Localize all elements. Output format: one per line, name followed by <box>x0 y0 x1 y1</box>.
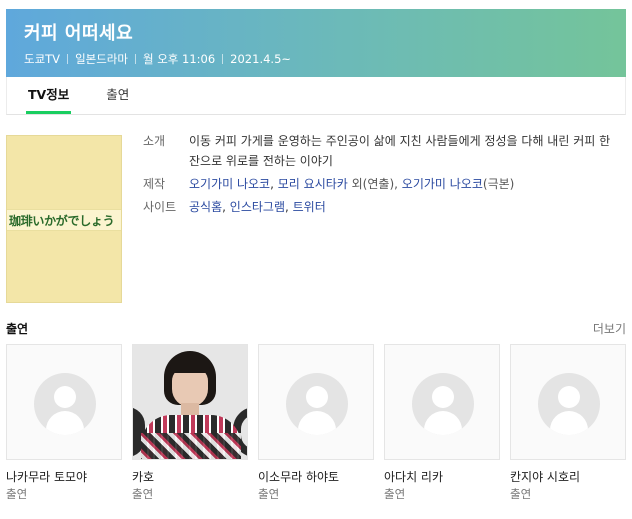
director-link-1[interactable]: 오기가미 나오코 <box>189 177 270 191</box>
comma: , <box>284 200 289 214</box>
meta-divider <box>134 54 136 64</box>
site-row: 사이트 공식홈, 인스타그램, 트위터 <box>143 197 618 217</box>
director-link-2[interactable]: 모리 요시타카 <box>278 177 348 191</box>
cast-role: 출연 <box>510 487 532 501</box>
director-suffix: 외(연출), <box>347 177 398 191</box>
synopsis-text: 이동 커피 가게를 운영하는 주인공이 삶에 지친 사람들에게 정성을 다해 내… <box>189 134 611 168</box>
meta-divider <box>222 54 224 64</box>
official-home-link[interactable]: 공식홈 <box>189 200 222 214</box>
cast-photo[interactable] <box>132 344 248 460</box>
cast-photo[interactable] <box>510 344 626 460</box>
cast-name[interactable]: 아다치 리카 <box>384 468 500 486</box>
twitter-link[interactable]: 트위터 <box>293 200 326 214</box>
cast-role: 출연 <box>132 487 154 501</box>
cast-card[interactable]: 카호 출연 <box>132 344 248 502</box>
production-row: 제작 오기가미 나오코, 모리 요시타카 외(연출), 오기가미 나오코(극본) <box>143 174 618 194</box>
synopsis-row: 소개 이동 커피 가게를 운영하는 주인공이 삶에 지친 사람들에게 정성을 다… <box>143 131 618 171</box>
default-profile-icon <box>412 373 474 435</box>
cast-card[interactable]: 이소무라 하야토 출연 <box>258 344 374 502</box>
cast-card[interactable]: 칸지야 시호리 출연 <box>510 344 626 502</box>
channel-label: 도쿄TV <box>24 52 61 66</box>
program-poster[interactable]: 珈琲いかがでしょう <box>6 135 122 303</box>
cast-photo[interactable] <box>384 344 500 460</box>
site-links: 공식홈, 인스타그램, 트위터 <box>189 197 618 217</box>
cast-name[interactable]: 나카무라 토모야 <box>6 468 122 486</box>
cast-section-header: 출연 더보기 <box>6 320 626 338</box>
default-profile-icon <box>538 373 600 435</box>
more-button[interactable]: 더보기 <box>593 320 626 337</box>
cast-photo[interactable] <box>258 344 374 460</box>
cast-portrait-image <box>133 345 247 459</box>
comma: , <box>270 177 274 191</box>
writer-suffix: (극본) <box>482 177 515 191</box>
cast-photo[interactable] <box>6 344 122 460</box>
synopsis-label: 소개 <box>143 134 166 148</box>
instagram-link[interactable]: 인스타그램 <box>230 200 285 214</box>
comma: , <box>222 200 226 214</box>
program-meta: 도쿄TV 일본드라마 월 오후 11:06 2021.4.5~ <box>24 51 626 67</box>
cast-section-title: 출연 <box>6 322 29 336</box>
cast-role: 출연 <box>6 487 28 501</box>
schedule-label: 월 오후 11:06 <box>142 52 216 66</box>
default-profile-icon <box>34 373 96 435</box>
cast-name[interactable]: 이소무라 하야토 <box>258 468 374 486</box>
production-label: 제작 <box>143 177 166 191</box>
tab-cast[interactable]: 출연 <box>104 77 131 114</box>
start-date-label: 2021.4.5~ <box>230 52 292 66</box>
tab-bar: TV정보 출연 <box>6 77 626 115</box>
cast-card[interactable]: 아다치 리카 출연 <box>384 344 500 502</box>
program-header: 커피 어떠세요 도쿄TV 일본드라마 월 오후 11:06 2021.4.5~ <box>6 9 626 77</box>
program-info: 소개 이동 커피 가게를 운영하는 주인공이 삶에 지친 사람들에게 정성을 다… <box>143 131 618 220</box>
genre-label: 일본드라마 <box>75 52 128 66</box>
poster-logo: 珈琲いかがでしょう <box>9 214 115 228</box>
cast-role: 출연 <box>258 487 280 501</box>
production-value: 오기가미 나오코, 모리 요시타카 외(연출), 오기가미 나오코(극본) <box>189 174 618 194</box>
cast-name[interactable]: 카호 <box>132 468 248 486</box>
cast-list: 나카무라 토모야 출연 카호 출연 이소무라 하야토 출연 아다치 리카 출연 <box>6 344 626 514</box>
tab-tv-info[interactable]: TV정보 <box>26 77 72 114</box>
cast-role: 출연 <box>384 487 406 501</box>
default-profile-icon <box>286 373 348 435</box>
cast-card[interactable]: 나카무라 토모야 출연 <box>6 344 122 502</box>
writer-link[interactable]: 오기가미 나오코 <box>402 177 483 191</box>
site-label: 사이트 <box>143 200 177 214</box>
meta-divider <box>67 54 69 64</box>
cast-name[interactable]: 칸지야 시호리 <box>510 468 626 486</box>
program-title[interactable]: 커피 어떠세요 <box>24 23 626 45</box>
